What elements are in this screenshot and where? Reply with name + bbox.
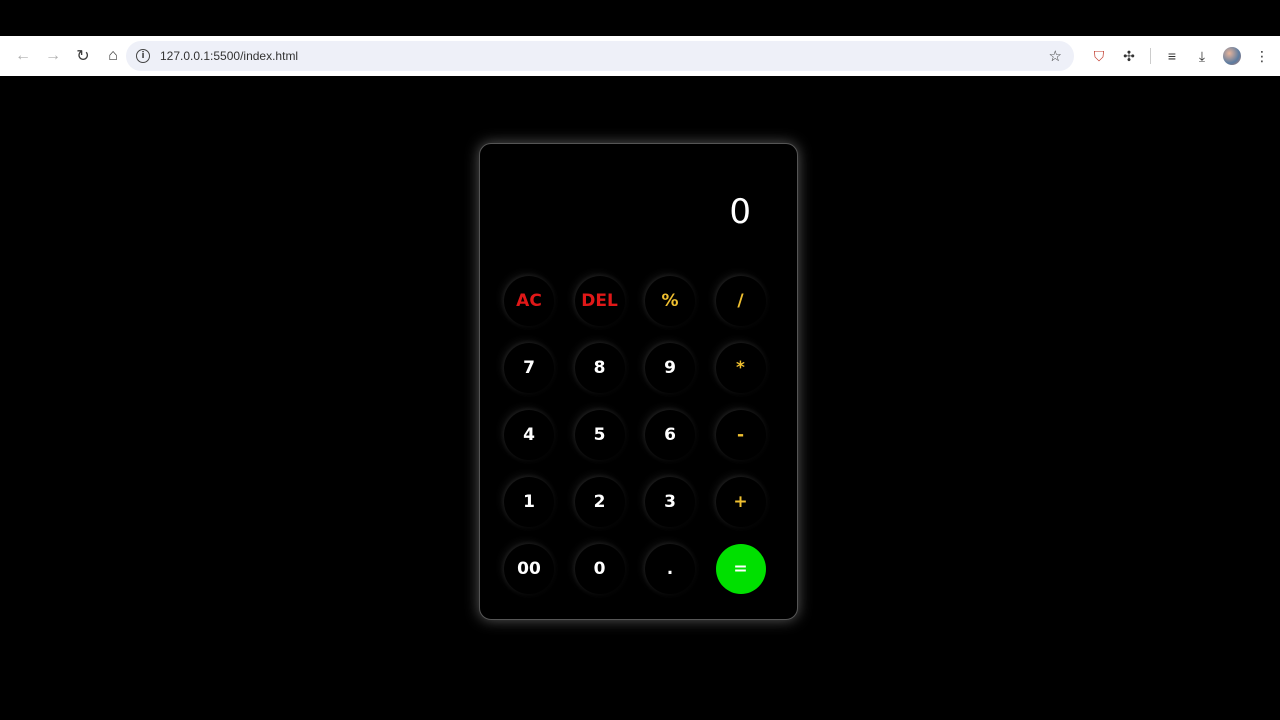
key-double-zero-button[interactable]: 00 [504, 544, 554, 594]
reload-icon[interactable]: ↻ [68, 41, 98, 71]
profile-avatar[interactable] [1217, 41, 1247, 71]
key-plus-button[interactable]: + [715, 477, 766, 527]
key-digit-9-button[interactable]: 9 [645, 343, 695, 393]
toolbar-divider [1150, 48, 1151, 64]
reading-list-icon[interactable]: ≡ [1157, 41, 1187, 71]
key-equals-button[interactable]: = [715, 544, 766, 594]
address-bar[interactable]: i 127.0.0.1:5500/index.html ☆ [126, 41, 1074, 71]
key-digit-6-button[interactable]: 6 [645, 410, 695, 460]
browser-toolbar: ← → ↻ ⌂ i 127.0.0.1:5500/index.html ☆ ⛉ … [0, 36, 1280, 76]
key-digit-3-button[interactable]: 3 [645, 477, 695, 527]
key-digit-4-button[interactable]: 4 [504, 410, 554, 460]
calculator: 0 AC DEL%/7 8 9 * 4 5 6-1 2 3 +00 0. = [479, 143, 798, 620]
site-info-icon[interactable]: i [136, 49, 150, 63]
url-text: 127.0.0.1:5500/index.html [160, 49, 299, 63]
key-digit-0-button[interactable]: 0 [574, 544, 625, 594]
menu-dots-icon[interactable]: ⋮ [1247, 41, 1277, 71]
key-decimal-button[interactable]: . [645, 544, 695, 594]
avatar [1223, 47, 1241, 65]
key-clear-button[interactable]: AC [504, 276, 554, 326]
home-icon[interactable]: ⌂ [98, 41, 128, 71]
back-arrow-icon[interactable]: ← [8, 41, 38, 71]
download-icon[interactable]: ⤓ [1187, 41, 1217, 71]
key-digit-8-button[interactable]: 8 [574, 343, 625, 393]
forward-arrow-icon[interactable]: → [38, 41, 68, 71]
key-minus-button[interactable]: - [715, 410, 766, 460]
key-divide-button[interactable]: / [715, 276, 766, 326]
toolbar-actions: ⛉ ✣ ≡ ⤓ ⋮ [1084, 41, 1277, 71]
key-digit-5-button[interactable]: 5 [574, 410, 625, 460]
key-percent-button[interactable]: % [645, 276, 695, 326]
key-digit-2-button[interactable]: 2 [574, 477, 625, 527]
extensions-puzzle-icon[interactable]: ✣ [1114, 41, 1144, 71]
key-multiply-button[interactable]: * [715, 343, 766, 393]
key-delete-button[interactable]: DEL [574, 276, 625, 326]
bookmark-star-icon[interactable]: ☆ [1049, 47, 1062, 65]
window-top-bar [0, 0, 1280, 36]
key-digit-7-button[interactable]: 7 [504, 343, 554, 393]
key-digit-1-button[interactable]: 1 [504, 477, 554, 527]
extension-shield-icon[interactable]: ⛉ [1084, 41, 1114, 71]
calculator-display: 0 [729, 192, 751, 232]
